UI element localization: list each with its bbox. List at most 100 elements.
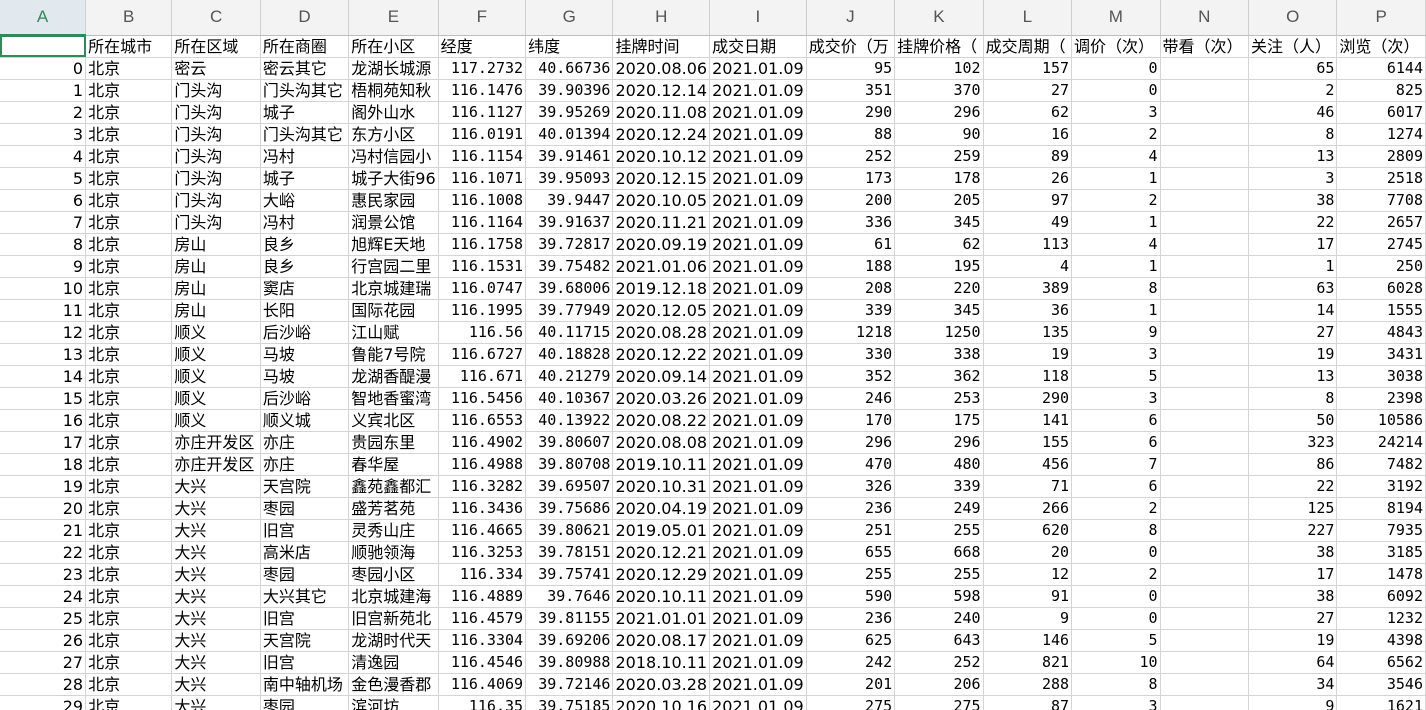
table-cell[interactable]: 7708 bbox=[1336, 189, 1426, 212]
spreadsheet-grid[interactable]: ABCDEFGHIJKLMNOP 所在城市 所在区域 所在商圈 所在小区 经度 纬度 挂牌时… bbox=[0, 0, 1426, 710]
table-cell[interactable]: 236 bbox=[806, 497, 896, 520]
table-cell[interactable]: 1478 bbox=[1336, 563, 1426, 586]
table-cell[interactable]: 金色漫香郡 bbox=[348, 673, 439, 696]
table-cell[interactable]: 1621 bbox=[1336, 695, 1426, 710]
table-cell[interactable] bbox=[1160, 673, 1249, 696]
table-cell[interactable] bbox=[1160, 409, 1249, 432]
table-cell[interactable]: 362 bbox=[894, 365, 984, 388]
table-cell[interactable]: 城子大街96 bbox=[348, 167, 439, 190]
table-cell[interactable]: 40.21279 bbox=[525, 365, 614, 388]
table-cell[interactable]: 141 bbox=[983, 409, 1073, 432]
table-cell[interactable]: 2019.12.18 bbox=[612, 277, 711, 300]
table-cell[interactable]: 116.3253 bbox=[438, 541, 527, 564]
table-cell[interactable]: 39.72817 bbox=[525, 233, 614, 256]
table-cell[interactable] bbox=[1160, 453, 1249, 476]
table-cell[interactable]: 2021.01.01 bbox=[612, 607, 711, 630]
table-cell[interactable]: 253 bbox=[894, 387, 984, 410]
table-cell[interactable]: 北京 bbox=[85, 365, 173, 388]
table-cell[interactable]: 密云 bbox=[171, 57, 261, 80]
table-cell[interactable]: 117.2732 bbox=[438, 57, 527, 80]
table-cell[interactable]: 大兴 bbox=[171, 651, 261, 674]
table-cell[interactable]: 龙湖时代天 bbox=[348, 629, 439, 652]
table-cell[interactable]: 2018.10.11 bbox=[612, 651, 711, 674]
table-cell[interactable]: 71 bbox=[983, 475, 1073, 498]
table-cell[interactable]: 2021.01.09 bbox=[709, 475, 807, 498]
column-header-m[interactable]: M bbox=[1071, 0, 1161, 36]
table-cell[interactable]: 249 bbox=[894, 497, 984, 520]
table-cell[interactable]: 8194 bbox=[1336, 497, 1426, 520]
table-cell[interactable]: 125 bbox=[1248, 497, 1338, 520]
table-cell[interactable]: 61 bbox=[806, 233, 896, 256]
table-cell[interactable]: 2 bbox=[1071, 189, 1161, 212]
table-cell[interactable]: 275 bbox=[806, 695, 896, 710]
table-cell[interactable] bbox=[1160, 519, 1249, 542]
table-cell[interactable]: 26 bbox=[983, 167, 1073, 190]
field-header-cell[interactable]: 所在城市 bbox=[85, 35, 173, 58]
table-cell[interactable]: 高米店 bbox=[260, 541, 350, 564]
table-cell[interactable]: 116.1154 bbox=[438, 145, 527, 168]
table-cell[interactable]: 3192 bbox=[1336, 475, 1426, 498]
table-cell[interactable]: 亦庄 bbox=[260, 431, 350, 454]
table-cell[interactable]: 62 bbox=[894, 233, 984, 256]
table-cell[interactable]: 116.5456 bbox=[438, 387, 527, 410]
table-cell[interactable]: 255 bbox=[806, 563, 896, 586]
column-header-f[interactable]: F bbox=[438, 0, 527, 36]
row-index-cell[interactable]: 29 bbox=[0, 695, 87, 710]
table-cell[interactable]: 鑫苑鑫都汇 bbox=[348, 475, 439, 498]
table-cell[interactable]: 2021.01.09 bbox=[709, 57, 807, 80]
table-cell[interactable]: 顺驰领海 bbox=[348, 541, 439, 564]
table-cell[interactable]: 255 bbox=[894, 563, 984, 586]
table-cell[interactable]: 冯村信园小 bbox=[348, 145, 439, 168]
row-index-cell[interactable]: 15 bbox=[0, 387, 87, 410]
table-cell[interactable]: 2020.12.22 bbox=[612, 343, 711, 366]
column-header-o[interactable]: O bbox=[1248, 0, 1338, 36]
table-cell[interactable]: 北京 bbox=[85, 519, 173, 542]
table-cell[interactable]: 智地香蜜湾 bbox=[348, 387, 439, 410]
table-cell[interactable]: 大兴 bbox=[171, 607, 261, 630]
table-cell[interactable]: 2021.01.09 bbox=[709, 189, 807, 212]
table-cell[interactable]: 116.0191 bbox=[438, 123, 527, 146]
table-cell[interactable]: 27 bbox=[983, 79, 1073, 102]
table-cell[interactable]: 116.4579 bbox=[438, 607, 527, 630]
field-header-cell[interactable]: 所在小区 bbox=[348, 35, 439, 58]
table-cell[interactable]: 250 bbox=[1336, 255, 1426, 278]
table-cell[interactable]: 3431 bbox=[1336, 343, 1426, 366]
table-cell[interactable]: 206 bbox=[894, 673, 984, 696]
table-cell[interactable] bbox=[1160, 321, 1249, 344]
table-cell[interactable]: 598 bbox=[894, 585, 984, 608]
table-cell[interactable]: 北京 bbox=[85, 233, 173, 256]
row-index-cell[interactable]: 0 bbox=[0, 57, 87, 80]
table-cell[interactable]: 39.95269 bbox=[525, 101, 614, 124]
table-cell[interactable]: 65 bbox=[1248, 57, 1338, 80]
table-cell[interactable]: 大兴 bbox=[171, 585, 261, 608]
table-cell[interactable]: 亦庄 bbox=[260, 453, 350, 476]
table-cell[interactable]: 95 bbox=[806, 57, 896, 80]
table-cell[interactable]: 39.78151 bbox=[525, 541, 614, 564]
column-header-h[interactable]: H bbox=[612, 0, 711, 36]
table-cell[interactable]: 5 bbox=[1071, 365, 1161, 388]
table-cell[interactable]: 39.77949 bbox=[525, 299, 614, 322]
table-cell[interactable]: 2020.12.29 bbox=[612, 563, 711, 586]
column-header-c[interactable]: C bbox=[171, 0, 261, 36]
table-cell[interactable]: 旧宫 bbox=[260, 519, 350, 542]
table-cell[interactable]: 2021.01.09 bbox=[709, 387, 807, 410]
table-cell[interactable]: 灵秀山庄 bbox=[348, 519, 439, 542]
table-cell[interactable]: 2021.01.09 bbox=[709, 321, 807, 344]
table-cell[interactable]: 116.3436 bbox=[438, 497, 527, 520]
table-cell[interactable]: 房山 bbox=[171, 277, 261, 300]
table-cell[interactable]: 116.1531 bbox=[438, 255, 527, 278]
table-cell[interactable]: 296 bbox=[894, 431, 984, 454]
table-cell[interactable]: 旭辉E天地 bbox=[348, 233, 439, 256]
table-cell[interactable]: 351 bbox=[806, 79, 896, 102]
column-header-d[interactable]: D bbox=[260, 0, 350, 36]
table-cell[interactable]: 北京 bbox=[85, 123, 173, 146]
table-cell[interactable]: 枣园小区 bbox=[348, 563, 439, 586]
table-cell[interactable]: 116.1758 bbox=[438, 233, 527, 256]
table-cell[interactable]: 39.80708 bbox=[525, 453, 614, 476]
table-cell[interactable]: 冯村 bbox=[260, 145, 350, 168]
table-cell[interactable]: 116.6727 bbox=[438, 343, 527, 366]
table-cell[interactable]: 208 bbox=[806, 277, 896, 300]
table-cell[interactable]: 北京 bbox=[85, 321, 173, 344]
table-cell[interactable]: 643 bbox=[894, 629, 984, 652]
table-cell[interactable]: 4398 bbox=[1336, 629, 1426, 652]
